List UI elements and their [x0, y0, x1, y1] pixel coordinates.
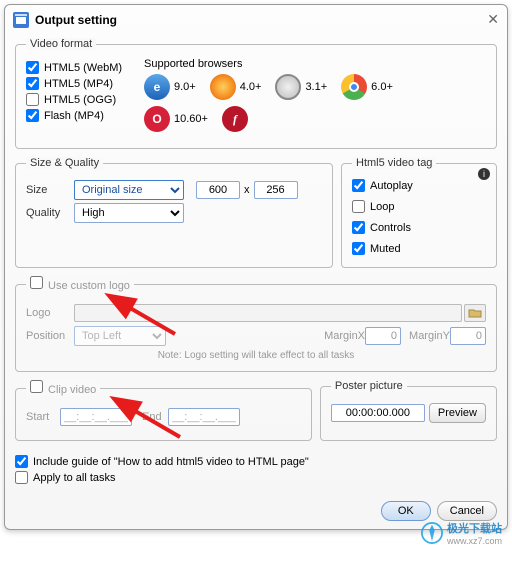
checkbox-apply-all[interactable]: [15, 471, 28, 484]
legend-custom-logo: Use custom logo: [48, 280, 130, 292]
checkbox-clip-video[interactable]: [30, 380, 43, 393]
dialog-output-setting: Output setting ✕ Video format HTML5 (Web…: [4, 4, 508, 530]
preview-button[interactable]: Preview: [429, 403, 486, 423]
label-start: Start: [26, 411, 60, 423]
legend-size-quality: Size & Quality: [26, 157, 103, 169]
label-apply-all: Apply to all tasks: [33, 472, 116, 484]
browsers-heading: Supported browsers: [144, 58, 486, 70]
checkbox-flash[interactable]: [26, 109, 39, 122]
input-marginx: [365, 327, 401, 345]
label-end: End: [142, 411, 168, 423]
label-x: x: [244, 184, 250, 196]
ok-button[interactable]: OK: [381, 501, 431, 521]
checkbox-loop[interactable]: [352, 200, 365, 213]
ie-icon: e: [144, 74, 170, 100]
input-marginy: [450, 327, 486, 345]
label-position: Position: [26, 330, 74, 342]
browser-row-1: e9.0+ 4.0+ 3.1+ 6.0+: [144, 74, 486, 100]
legend-clip-video: Clip video: [48, 384, 96, 396]
group-video-format: Video format HTML5 (WebM) HTML5 (MP4) HT…: [15, 38, 497, 149]
cancel-button[interactable]: Cancel: [437, 501, 497, 521]
watermark-brand: 极光下载站: [447, 523, 502, 535]
firefox-icon: [210, 74, 236, 100]
checkbox-ogg[interactable]: [26, 93, 39, 106]
label-logo: Logo: [26, 307, 74, 319]
watermark-url: www.xz7.com: [447, 536, 502, 546]
group-poster-picture: Poster picture Preview: [320, 380, 497, 441]
label-include-guide: Include guide of "How to add html5 video…: [33, 456, 309, 468]
group-custom-logo: Use custom logo Logo Position Top Left M…: [15, 276, 497, 372]
opera-icon: O: [144, 106, 170, 132]
legend-poster: Poster picture: [331, 380, 407, 392]
checkbox-mp4[interactable]: [26, 77, 39, 90]
select-quality[interactable]: High: [74, 203, 184, 223]
safari-icon: [275, 74, 301, 100]
checkbox-controls[interactable]: [352, 221, 365, 234]
label-marginy: MarginY: [409, 330, 450, 342]
input-width[interactable]: [196, 181, 240, 199]
titlebar: Output setting ✕: [5, 5, 507, 30]
input-end: [168, 408, 240, 426]
label-quality: Quality: [26, 207, 74, 219]
app-icon: [13, 12, 29, 28]
watermark-icon: [421, 522, 443, 544]
flash-icon: f: [222, 106, 248, 132]
label-flash: Flash (MP4): [44, 110, 104, 122]
select-size[interactable]: Original size: [74, 180, 184, 200]
label-mp4: HTML5 (MP4): [44, 78, 113, 90]
info-icon[interactable]: i: [478, 168, 490, 180]
label-marginx: MarginX: [324, 330, 365, 342]
chrome-icon: [341, 74, 367, 100]
group-size-quality: Size & Quality Size Original size x Qual…: [15, 157, 333, 268]
label-ogg: HTML5 (OGG): [44, 94, 116, 106]
group-clip-video: Clip video Start End: [15, 380, 312, 441]
browse-icon: [464, 304, 486, 322]
label-size: Size: [26, 184, 74, 196]
logo-note: Note: Logo setting will take effect to a…: [26, 350, 486, 361]
checkbox-muted[interactable]: [352, 242, 365, 255]
group-html5-tag: Html5 video tag i Autoplay Loop Controls…: [341, 157, 497, 268]
select-position: Top Left: [74, 326, 166, 346]
label-webm: HTML5 (WebM): [44, 62, 122, 74]
legend-html5-tag: Html5 video tag: [352, 157, 436, 169]
watermark: 极光下载站 www.xz7.com: [421, 520, 502, 546]
input-logo-path: [74, 304, 462, 322]
input-start: [60, 408, 132, 426]
checkbox-autoplay[interactable]: [352, 179, 365, 192]
legend-video-format: Video format: [26, 38, 96, 50]
close-icon[interactable]: ✕: [487, 11, 499, 28]
checkbox-use-custom-logo[interactable]: [30, 276, 43, 289]
checkbox-include-guide[interactable]: [15, 455, 28, 468]
input-poster-time[interactable]: [331, 404, 425, 422]
input-height[interactable]: [254, 181, 298, 199]
browser-row-2: O10.60+ f: [144, 106, 486, 132]
checkbox-webm[interactable]: [26, 61, 39, 74]
dialog-title: Output setting: [35, 13, 117, 27]
